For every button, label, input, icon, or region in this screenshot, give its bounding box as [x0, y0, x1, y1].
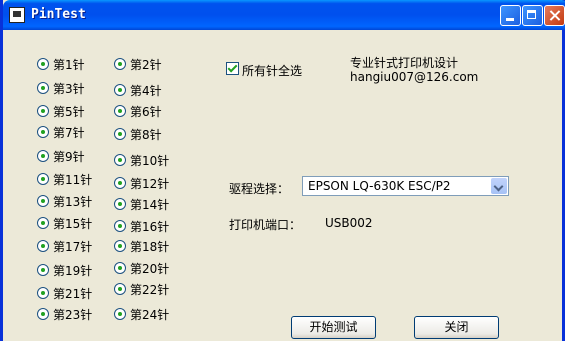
- pin-radio-23[interactable]: 第23针: [37, 306, 92, 322]
- radio-icon: [114, 262, 126, 274]
- select-all-checkbox[interactable]: [226, 62, 239, 75]
- pin-radio-12[interactable]: 第12针: [114, 175, 169, 191]
- pin-radio-22[interactable]: 第22针: [114, 281, 169, 297]
- radio-icon: [114, 84, 126, 96]
- title-bar[interactable]: PinTest: [3, 0, 565, 30]
- pin-radio-7[interactable]: 第7针: [37, 124, 85, 140]
- radio-icon: [114, 240, 126, 252]
- radio-icon: [37, 126, 49, 138]
- radio-icon: [37, 217, 49, 229]
- driver-select[interactable]: EPSON LQ-630K ESC/P2: [302, 176, 509, 196]
- pin-radio-20[interactable]: 第20针: [114, 260, 169, 276]
- radio-icon: [114, 58, 126, 70]
- pin-radio-21[interactable]: 第21针: [37, 285, 92, 301]
- pin-radio-14[interactable]: 第14针: [114, 196, 169, 212]
- radio-icon: [37, 105, 49, 117]
- radio-icon: [37, 264, 49, 276]
- window-title: PinTest: [31, 7, 86, 22]
- radio-icon: [114, 198, 126, 210]
- radio-icon: [37, 82, 49, 94]
- chevron-down-icon[interactable]: [491, 178, 507, 194]
- pintest-window: PinTest 第1针 第3针 第5针 第7针 第9针 第11针 第13针 第1…: [0, 0, 565, 341]
- pin-radio-13[interactable]: 第13针: [37, 193, 92, 209]
- driver-label: 驱程选择：: [229, 182, 290, 196]
- radio-icon: [114, 177, 126, 189]
- radio-icon: [114, 154, 126, 166]
- pin-radio-18[interactable]: 第18针: [114, 238, 169, 254]
- driver-select-value: EPSON LQ-630K ESC/P2: [308, 179, 451, 193]
- pin-radio-17[interactable]: 第17针: [37, 238, 92, 254]
- radio-icon: [114, 220, 126, 232]
- pin-radio-16[interactable]: 第16针: [114, 218, 169, 234]
- port-value: USB002: [325, 216, 373, 230]
- pin-radio-15[interactable]: 第15针: [37, 215, 92, 231]
- pin-radio-2[interactable]: 第2针: [114, 56, 162, 72]
- pin-radio-8[interactable]: 第8针: [114, 126, 162, 142]
- app-icon: [9, 7, 25, 23]
- start-test-button[interactable]: 开始测试: [291, 316, 376, 339]
- maximize-button[interactable]: [522, 5, 543, 26]
- radio-icon: [37, 240, 49, 252]
- pin-radio-5[interactable]: 第5针: [37, 103, 85, 119]
- pin-radio-24[interactable]: 第24针: [114, 306, 169, 322]
- radio-icon: [37, 195, 49, 207]
- select-all-label[interactable]: 所有针全选: [242, 62, 302, 79]
- pin-radio-19[interactable]: 第19针: [37, 262, 92, 278]
- pin-radio-1[interactable]: 第1针: [37, 56, 85, 72]
- info-title: 专业针式打印机设计: [350, 56, 459, 70]
- radio-icon: [114, 308, 126, 320]
- pin-radio-10[interactable]: 第10针: [114, 152, 169, 168]
- radio-icon: [114, 283, 126, 295]
- radio-icon: [37, 308, 49, 320]
- info-email: hangiu007@126.com: [350, 70, 479, 84]
- radio-icon: [37, 58, 49, 70]
- pin-radio-6[interactable]: 第6针: [114, 103, 162, 119]
- port-label: 打印机端口：: [229, 218, 302, 232]
- pin-radio-4[interactable]: 第4针: [114, 82, 162, 98]
- radio-icon: [37, 173, 49, 185]
- radio-icon: [37, 287, 49, 299]
- pin-radio-11[interactable]: 第11针: [37, 171, 92, 187]
- close-button[interactable]: 关闭: [414, 316, 499, 339]
- pin-radio-3[interactable]: 第3针: [37, 80, 85, 96]
- minimize-button[interactable]: [500, 5, 521, 26]
- radio-icon: [37, 150, 49, 162]
- radio-icon: [114, 105, 126, 117]
- close-window-button[interactable]: [544, 5, 565, 26]
- pin-radio-9[interactable]: 第9针: [37, 148, 85, 164]
- radio-icon: [114, 128, 126, 140]
